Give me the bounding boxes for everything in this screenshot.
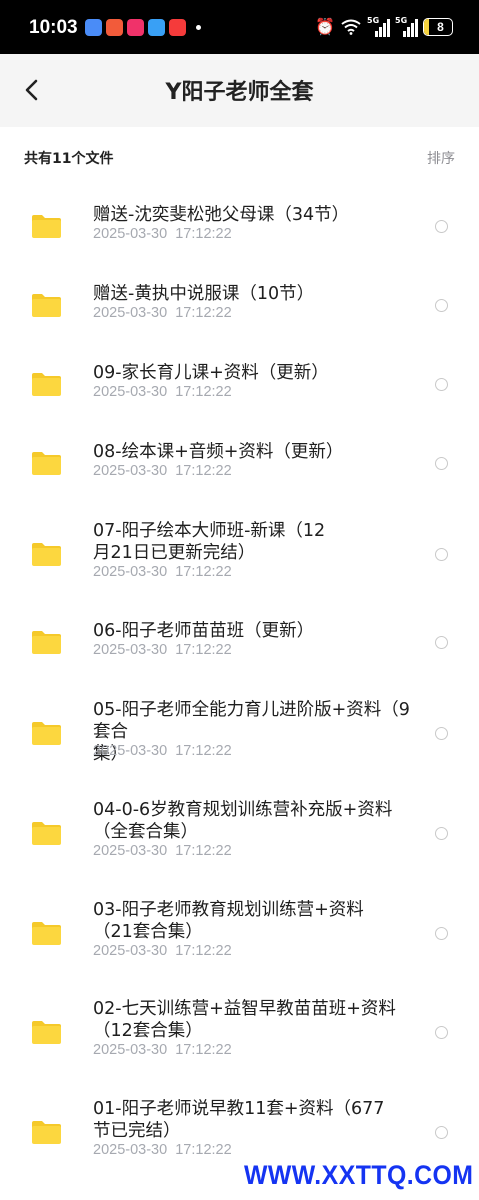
list-summary: 共有11个文件 排序 xyxy=(0,127,479,185)
folder-date: 2025-03-30 17:12:22 xyxy=(93,843,232,859)
folder-date: 2025-03-30 17:12:22 xyxy=(93,564,232,580)
folder-icon xyxy=(32,373,61,396)
folder-icon xyxy=(32,822,61,845)
folder-icon xyxy=(32,294,61,317)
folder-date: 2025-03-30 17:12:22 xyxy=(93,463,232,479)
wifi-icon xyxy=(341,19,361,35)
status-time: 10:03 xyxy=(29,17,78,38)
folder-list-item[interactable]: 07-阳子绘本大师班-新课（12 月21日已更新完结） 2025-03-30 17:… xyxy=(0,509,479,609)
more-notifications-dot xyxy=(196,25,201,30)
folder-date: 2025-03-30 17:12:22 xyxy=(93,226,232,242)
battery-level: 8 xyxy=(437,20,444,34)
folder-name: 07-阳子绘本大师班-新课（12 月21日已更新完结） xyxy=(93,521,326,563)
folder-icon xyxy=(32,631,61,654)
folder-list-item[interactable]: 06-阳子老师苗苗班（更新） 2025-03-30 17:12:22 xyxy=(0,609,479,688)
select-radio[interactable] xyxy=(435,636,448,649)
app-notification-icon xyxy=(169,19,186,36)
folder-name: 赠送-黄执中说服课（10节） xyxy=(93,284,315,304)
folder-icon xyxy=(32,215,61,238)
folder-icon xyxy=(32,722,61,745)
folder-name: 04-0-6岁教育规划训练营补充版+资料 （全套合集） xyxy=(93,800,393,842)
select-radio[interactable] xyxy=(435,299,448,312)
select-radio[interactable] xyxy=(435,378,448,391)
battery-icon: 8 xyxy=(423,18,453,36)
header-bar: Y阳子老师全套 xyxy=(0,54,479,127)
app-notification-icon xyxy=(127,19,144,36)
status-bar: 10:03 ⏰ 5G 5G 8 xyxy=(0,0,479,54)
select-radio[interactable] xyxy=(435,927,448,940)
signal-icon: 5G xyxy=(367,16,390,37)
select-radio[interactable] xyxy=(435,827,448,840)
select-radio[interactable] xyxy=(435,457,448,470)
network-type: 5G xyxy=(395,16,408,25)
select-radio[interactable] xyxy=(435,1026,448,1039)
folder-list-item[interactable]: 03-阳子老师教育规划训练营+资料 （21套合集） 2025-03-30 17:12… xyxy=(0,888,479,988)
folder-date: 2025-03-30 17:12:22 xyxy=(93,943,232,959)
select-radio[interactable] xyxy=(435,548,448,561)
folder-date: 2025-03-30 17:12:22 xyxy=(93,384,232,400)
watermark: WWW.XXTTQ.COM xyxy=(243,1160,473,1190)
folder-name: 02-七天训练营+益智早教苗苗班+资料 （12套合集） xyxy=(93,999,396,1041)
folder-icon xyxy=(32,452,61,475)
folder-date: 2025-03-30 17:12:22 xyxy=(93,743,232,759)
folder-name: 09-家长育儿课+资料（更新） xyxy=(93,363,329,383)
alarm-icon: ⏰ xyxy=(315,17,335,36)
folder-date: 2025-03-30 17:12:22 xyxy=(93,1142,232,1158)
folder-name: 赠送-沈奕斐松弛父母课（34节） xyxy=(93,205,350,225)
folder-list-item[interactable]: 05-阳子老师全能力育儿进阶版+资料（9套合 集） 2025-03-30 17:12… xyxy=(0,688,479,788)
folder-date: 2025-03-30 17:12:22 xyxy=(93,1042,232,1058)
signal-icon: 5G xyxy=(395,16,418,37)
app-notification-icon xyxy=(85,19,102,36)
folder-icon xyxy=(32,543,61,566)
notification-icons xyxy=(85,19,201,36)
folder-icon xyxy=(32,922,61,945)
folder-list-item[interactable]: 赠送-黄执中说服课（10节） 2025-03-30 17:12:22 xyxy=(0,272,479,351)
file-count: 共有11个文件 xyxy=(24,151,114,167)
folder-name: 01-阳子老师说早教11套+资料（677 节已完结） xyxy=(93,1099,385,1141)
folder-date: 2025-03-30 17:12:22 xyxy=(93,305,232,321)
folder-list-item[interactable]: 04-0-6岁教育规划训练营补充版+资料 （全套合集） 2025-03-30 17:… xyxy=(0,788,479,888)
folder-list-item[interactable]: 09-家长育儿课+资料（更新） 2025-03-30 17:12:22 xyxy=(0,351,479,430)
folder-list-item[interactable]: 赠送-沈奕斐松弛父母课（34节） 2025-03-30 17:12:22 xyxy=(0,193,479,272)
folder-name: 03-阳子老师教育规划训练营+资料 （21套合集） xyxy=(93,900,364,942)
folder-icon xyxy=(32,1021,61,1044)
folder-name: 06-阳子老师苗苗班（更新） xyxy=(93,621,315,641)
folder-name: 08-绘本课+音频+资料（更新） xyxy=(93,442,344,462)
app-notification-icon xyxy=(106,19,123,36)
app-notification-icon xyxy=(148,19,165,36)
select-radio[interactable] xyxy=(435,727,448,740)
status-indicators: ⏰ 5G 5G 8 xyxy=(315,16,453,37)
select-radio[interactable] xyxy=(435,220,448,233)
select-radio[interactable] xyxy=(435,1126,448,1139)
folder-date: 2025-03-30 17:12:22 xyxy=(93,642,232,658)
folder-list-item[interactable]: 02-七天训练营+益智早教苗苗班+资料 （12套合集） 2025-03-30 17:… xyxy=(0,987,479,1087)
network-type: 5G xyxy=(367,16,380,25)
folder-icon xyxy=(32,1121,61,1144)
sort-button[interactable]: 排序 xyxy=(427,148,455,168)
page-title: Y阳子老师全套 xyxy=(165,80,314,105)
folder-list-item[interactable]: 08-绘本课+音频+资料（更新） 2025-03-30 17:12:22 xyxy=(0,430,479,509)
